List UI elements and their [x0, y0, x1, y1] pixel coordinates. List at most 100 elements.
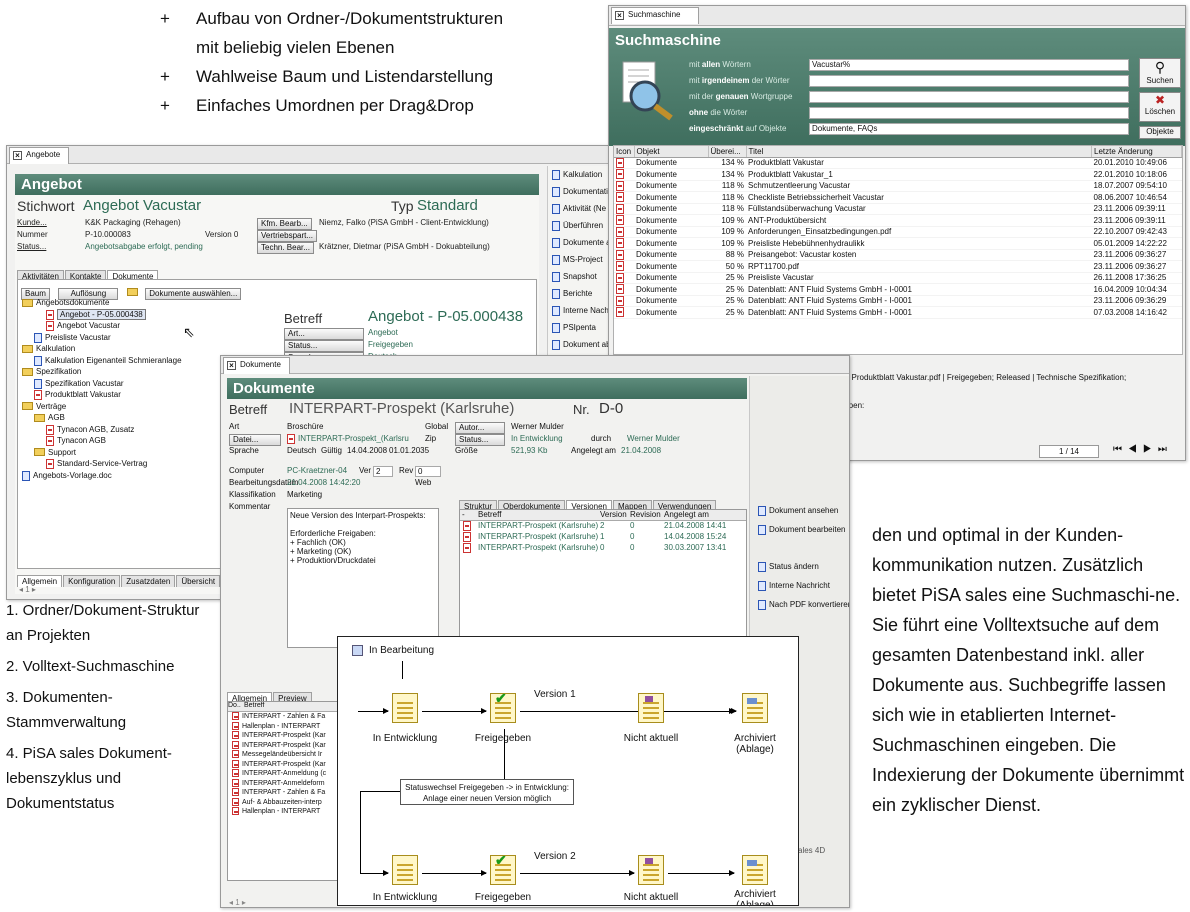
doc-betreff: INTERPART-Prospekt (Karlsruhe) [289, 400, 515, 417]
sidebar-action[interactable]: Dokument ansehen [754, 506, 849, 523]
list-item[interactable]: Hallenplan - INTERPART [228, 721, 344, 732]
kfm-bearb-button[interactable]: Kfm. Bearb... [257, 218, 312, 230]
table-row[interactable]: Dokumente 109 % ANT-Produktübersicht 23.11.… [614, 214, 1182, 227]
search-input[interactable] [809, 75, 1129, 87]
pdf-icon [616, 284, 624, 295]
tree-item[interactable]: Kalkulation [22, 344, 272, 356]
sidebar-action[interactable]: Interne Nachricht [754, 581, 849, 598]
list-item[interactable]: INTERPART-Prospekt (Kar [228, 740, 344, 751]
pager[interactable]: ◂ 1 ▸ [229, 898, 246, 907]
table-row[interactable]: Dokumente 50 % RPT11700.pdf 23.11.2006 09:3… [614, 260, 1182, 273]
tab-dokumente-window[interactable]: × Dokumente [223, 357, 290, 374]
list-item[interactable]: Messegeländeübersicht Ir [228, 750, 344, 760]
pdf-icon [46, 424, 54, 435]
sidebar-action[interactable]: Nach PDF konvertieren [754, 600, 849, 617]
column-header[interactable]: Icon [614, 146, 635, 158]
version-row[interactable]: INTERPART-Prospekt (Karlsruhe) 1 0 14.04.20… [460, 532, 746, 543]
folder-icon[interactable] [126, 287, 138, 296]
list-item[interactable]: Hallenplan - INTERPART [228, 807, 344, 817]
kommentar-line [290, 520, 436, 529]
suchen-button[interactable]: ⚲ Suchen [1139, 58, 1181, 88]
tab-konfiguration[interactable]: Konfiguration [63, 575, 121, 587]
vertriebspart-button[interactable]: Vertriebspart... [257, 230, 318, 242]
tab-zusatzdaten[interactable]: Zusatzdaten [121, 575, 176, 587]
table-row[interactable]: Dokumente 25 % Datenblatt: ANT Fluid Syste… [614, 295, 1182, 307]
list-item[interactable]: INTERPART - Zahlen & Fa [228, 712, 344, 722]
tab-uebersicht[interactable]: Übersicht [176, 575, 221, 587]
column-header[interactable]: Überei... [708, 146, 747, 158]
table-row[interactable]: Dokumente 25 % Datenblatt: ANT Fluid Syste… [614, 283, 1182, 296]
folder-icon [34, 448, 45, 457]
page-nav-icons[interactable]: ⏮◀▶⏭ [1113, 444, 1173, 455]
pdf-icon [232, 788, 239, 796]
bullet-item: + Einfaches Umordnen per Drag&Drop [160, 96, 474, 115]
list-item[interactable]: INTERPART-Anmeldeform [228, 778, 344, 789]
column-header[interactable]: Objekt [634, 146, 709, 158]
pager[interactable]: ◂ 1 ▸ [19, 585, 36, 594]
kunde-link[interactable]: Kunde... [17, 218, 47, 227]
search-input[interactable]: Vacustar% [809, 59, 1129, 71]
close-icon[interactable]: × [227, 361, 236, 370]
close-icon[interactable]: × [615, 11, 624, 20]
list-item[interactable]: INTERPART - Zahlen & Fa [228, 788, 344, 798]
window-tabstrip: × Dokumente [221, 356, 849, 374]
search-input[interactable]: Dokumente, FAQs [809, 123, 1129, 135]
status-in-entwicklung: In Entwicklung [372, 733, 438, 744]
tree-item[interactable]: Angebotsdokumente [22, 298, 272, 310]
datei-button[interactable]: Datei... [229, 434, 281, 446]
table-row[interactable]: Dokumente 25 % Datenblatt: ANT Fluid Syste… [614, 306, 1182, 319]
ver-field[interactable]: 2 [373, 466, 393, 477]
table-row[interactable]: Dokumente 109 % Preisliste Hebebühnenhydra… [614, 237, 1182, 250]
table-row[interactable]: Dokumente 25 % Preisliste Vacustar 26.11.20… [614, 272, 1182, 284]
loeschen-button[interactable]: ✖ Löschen [1139, 92, 1181, 122]
objekte-button[interactable]: Objekte [1139, 126, 1181, 139]
list-item[interactable]: INTERPART-Prospekt (Kar [228, 759, 344, 770]
page-title: Angebot [15, 174, 539, 195]
tree-item[interactable]: Preisliste Vacustar [22, 332, 272, 345]
tree-item[interactable]: Angebot Vacustar [22, 321, 272, 333]
status-nicht-aktuell: Nicht aktuell [623, 892, 679, 903]
search-criteria-row: eingeschränkt auf Objekte Dokumente, FAQs [689, 122, 1129, 138]
numbered-item: 3. Dokumenten-Stammverwaltung [6, 689, 127, 731]
search-input[interactable] [809, 107, 1129, 119]
techn-bear-button[interactable]: Techn. Bear... [257, 242, 314, 254]
mouse-cursor-icon: ⇖ [183, 324, 195, 340]
detail-button[interactable]: Art... [284, 328, 364, 340]
tree-item[interactable]: Angebot - P-05.000438 [22, 308, 272, 322]
detail-button[interactable]: Status... [284, 340, 364, 352]
sidebar-action[interactable]: Dokument bearbeiten [754, 525, 849, 542]
table-row[interactable]: Dokumente 118 % Checkliste Betriebssicherh… [614, 191, 1182, 204]
close-icon[interactable]: × [13, 151, 22, 160]
sidebar-action[interactable]: Status ändern [754, 562, 849, 579]
search-input[interactable] [809, 91, 1129, 103]
column-header[interactable]: Titel [746, 146, 1092, 158]
autor-button[interactable]: Autor... [455, 422, 505, 434]
list-item[interactable]: INTERPART-Anmeldung (c [228, 769, 344, 779]
search-criteria-row: mit der genauen Wortgruppe [689, 90, 1129, 106]
document-icon [552, 170, 560, 180]
column-header[interactable]: Letzte Änderung [1091, 146, 1182, 158]
table-row[interactable]: Dokumente 118 % Schmutzentleerung Vacustar… [614, 180, 1182, 192]
rev-field[interactable]: 0 [415, 466, 441, 477]
list-item[interactable]: INTERPART-Prospekt (Kar [228, 731, 344, 741]
pdf-icon [616, 295, 624, 306]
table-row[interactable]: Dokumente 109 % Anforderungen_Einsatzbedin… [614, 226, 1182, 238]
status-row: Status... Angebotsabgabe erfolgt, pendin… [17, 242, 490, 254]
tab-suchmaschine[interactable]: × Suchmaschine [611, 7, 699, 24]
stichwort-label: Stichwort [17, 198, 75, 214]
table-row[interactable]: Dokumente 134 % Produktblatt Vakustar 20.01… [614, 157, 1182, 169]
table-row[interactable]: Dokumente 134 % Produktblatt Vakustar_1 22.… [614, 168, 1182, 181]
table-row[interactable]: Dokumente 118 % Füllstandsüberwachung Vacu… [614, 203, 1182, 215]
kommentar-textarea[interactable]: Neue Version des Interpart-Prospekts: Erf… [287, 508, 439, 648]
tab-angebote[interactable]: × Angebote [9, 147, 70, 164]
status-button[interactable]: Status... [455, 434, 505, 446]
status-link[interactable]: Status... [17, 242, 46, 251]
version-row[interactable]: INTERPART-Prospekt (Karlsruhe) 2 0 21.04.20… [460, 521, 746, 532]
pdf-icon [463, 543, 471, 553]
list-item[interactable]: Auf- & Abbauzeiten-interp [228, 797, 344, 808]
kommentar-line: Neue Version des Interpart-Prospekts: [290, 511, 426, 520]
version-row[interactable]: INTERPART-Prospekt (Karlsruhe) 0 0 30.03.20… [460, 543, 746, 554]
table-row[interactable]: Dokumente 88 % Preisangebot: Vacustar kost… [614, 249, 1182, 261]
document-icon [34, 332, 42, 343]
status-freigegeben: Freigegeben [474, 733, 532, 744]
